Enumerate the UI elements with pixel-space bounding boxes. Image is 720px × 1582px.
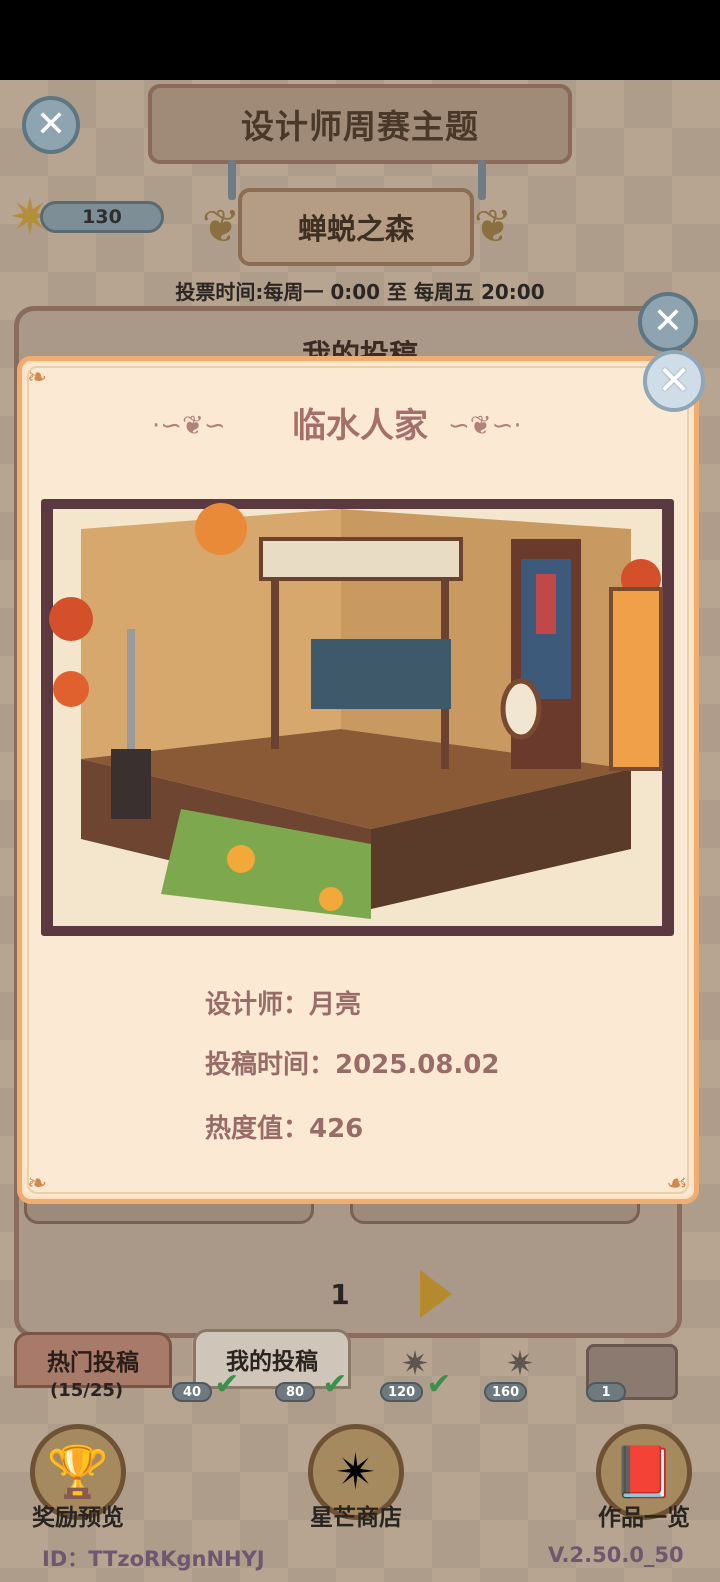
heat-info: 热度值：426 (205, 1114, 364, 1144)
corner-ornament: ❧ (26, 363, 48, 391)
milestone-badge: 40 (172, 1382, 212, 1402)
ornament-icon: ❦ (473, 199, 513, 253)
status-bar (0, 0, 720, 80)
check-icon: ✔ (322, 1367, 348, 1402)
works-list-label[interactable]: 作品一览 (584, 1498, 704, 1532)
corner-ornament: ❧ (26, 1169, 48, 1197)
room-image (41, 499, 674, 936)
milestone-badge: 160 (484, 1382, 528, 1402)
milestone-badge: 80 (275, 1382, 315, 1402)
milestone-badge: 1 (586, 1382, 626, 1402)
theme-name: 蝉蜕之森 (238, 188, 474, 266)
star-count: 130 (40, 201, 164, 233)
close-icon[interactable]: ✕ (643, 350, 705, 412)
milestone-badge: 120 (380, 1382, 424, 1402)
star-shop-label[interactable]: 星芒商店 (296, 1498, 416, 1532)
page-title: 设计师周赛主题 (148, 84, 572, 164)
check-icon: ✔ (426, 1367, 452, 1402)
page-number: 1 (330, 1278, 350, 1311)
reward-preview-label[interactable]: 奖励预览 (18, 1498, 138, 1532)
vote-time: 投票时间:每周一 0:00 至 每周五 20:00 (175, 280, 545, 304)
next-arrow-icon[interactable] (420, 1270, 452, 1318)
close-icon[interactable]: ✕ (22, 96, 80, 154)
check-icon: ✔ (214, 1367, 240, 1402)
designer-info: 设计师：月亮 (205, 990, 362, 1020)
star-icon: ✷ (505, 1344, 535, 1384)
flourish-right: ∽❦∽· (448, 411, 522, 441)
submit-time-info: 投稿时间：2025.08.02 (205, 1050, 500, 1080)
close-icon[interactable]: ✕ (638, 292, 698, 352)
corner-ornament: ☙ (666, 1169, 688, 1197)
player-id: ID：TTzoRKgnNHYJ (42, 1547, 265, 1571)
version: V.2.50.0_50 (548, 1543, 684, 1567)
progress-count: (15/25) (50, 1380, 124, 1401)
